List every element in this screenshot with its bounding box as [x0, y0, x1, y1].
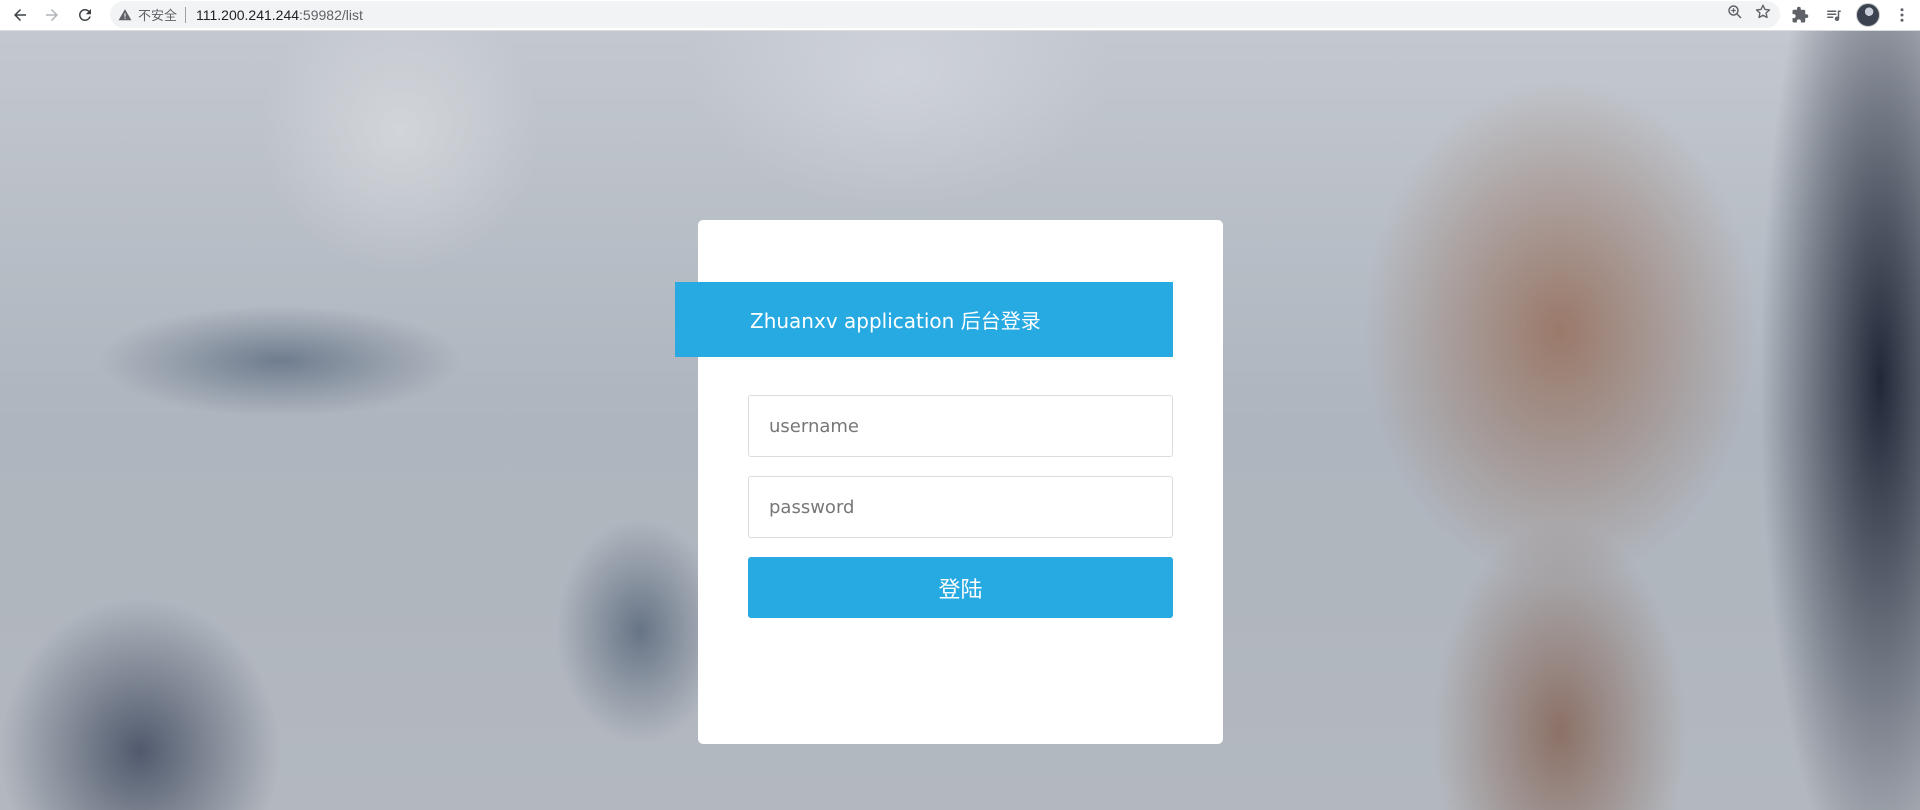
- security-label[interactable]: 不安全: [138, 5, 177, 24]
- address-bar[interactable]: 不安全 111.200.241.244:59982/list: [110, 1, 1780, 28]
- browser-toolbar: 不安全 111.200.241.244:59982/list: [0, 0, 1920, 31]
- profile-avatar[interactable]: [1856, 3, 1880, 27]
- reload-icon: [78, 8, 91, 21]
- bookmark-star-icon[interactable]: [1754, 3, 1772, 21]
- login-title: Zhuanxv application 后台登录: [750, 309, 1041, 333]
- password-input[interactable]: [748, 476, 1173, 538]
- menu-icon[interactable]: [1890, 3, 1914, 27]
- username-input[interactable]: [748, 395, 1173, 457]
- omnibox-separator: [185, 6, 187, 23]
- login-title-bar: Zhuanxv application 后台登录: [675, 282, 1173, 357]
- back-icon: [14, 9, 26, 21]
- url-path[interactable]: :59982/list: [299, 7, 363, 23]
- page-viewport: Zhuanxv application 后台登录 登陆: [0, 31, 1920, 810]
- forward-button[interactable]: [40, 3, 64, 27]
- toolbar-actions: [1788, 3, 1914, 27]
- reading-list-icon[interactable]: [1822, 3, 1846, 27]
- zoom-icon[interactable]: [1726, 3, 1744, 21]
- login-button[interactable]: 登陆: [748, 557, 1173, 618]
- warning-icon[interactable]: [118, 8, 132, 22]
- url-host[interactable]: 111.200.241.244: [196, 7, 299, 23]
- back-button[interactable]: [8, 3, 32, 27]
- extensions-icon[interactable]: [1788, 3, 1812, 27]
- forward-icon: [46, 9, 58, 21]
- reload-button[interactable]: [73, 3, 97, 27]
